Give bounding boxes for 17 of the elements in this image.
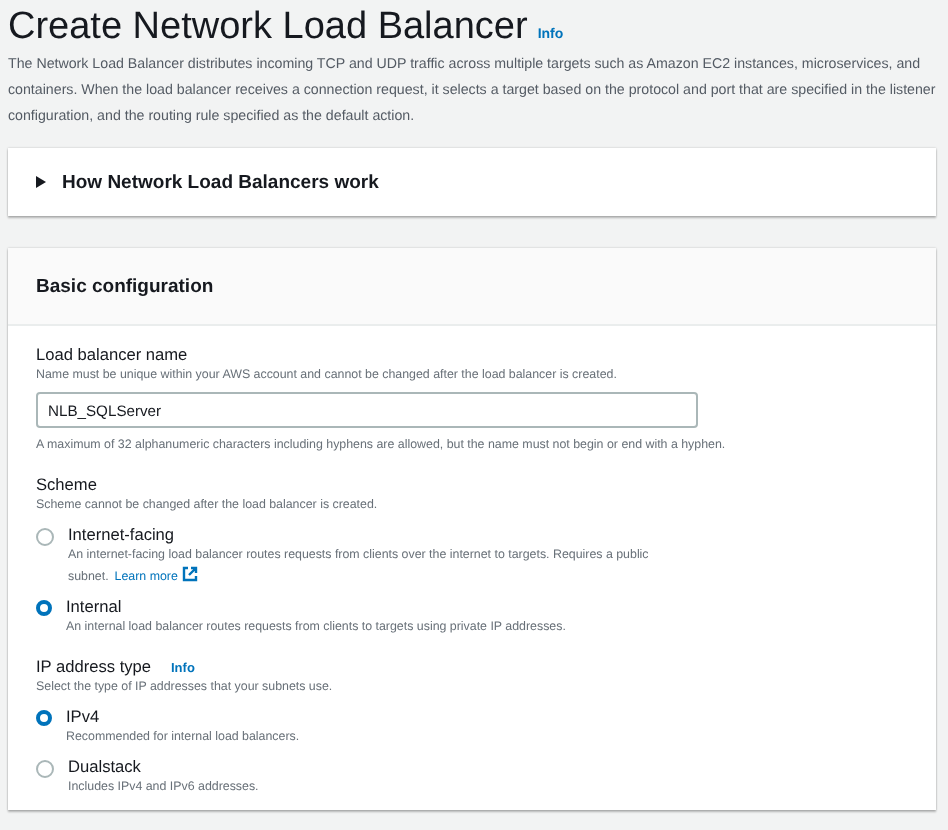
field-label: Load balancer name [36, 344, 190, 366]
option-label: IPv4 [66, 706, 102, 728]
radio-button[interactable] [36, 760, 54, 778]
external-link-icon [181, 566, 198, 582]
radio-button[interactable] [36, 528, 54, 546]
option-label: Internet-facing [68, 524, 177, 546]
radio-button[interactable] [36, 600, 52, 616]
section-title: Basic configuration [36, 276, 214, 298]
option-label: Internal [66, 596, 124, 618]
radio-button[interactable] [36, 710, 52, 726]
expander-panel[interactable]: How Network Load Balancers work [8, 148, 936, 216]
caret-icon [36, 176, 46, 188]
field-label: IP address type [36, 656, 151, 678]
page-title: Create Network Load Balancer [8, 6, 528, 50]
field-label: Scheme [36, 474, 99, 496]
expander-title: How Network Load Balancers work [62, 171, 379, 193]
option-label: Dualstack [68, 756, 143, 778]
